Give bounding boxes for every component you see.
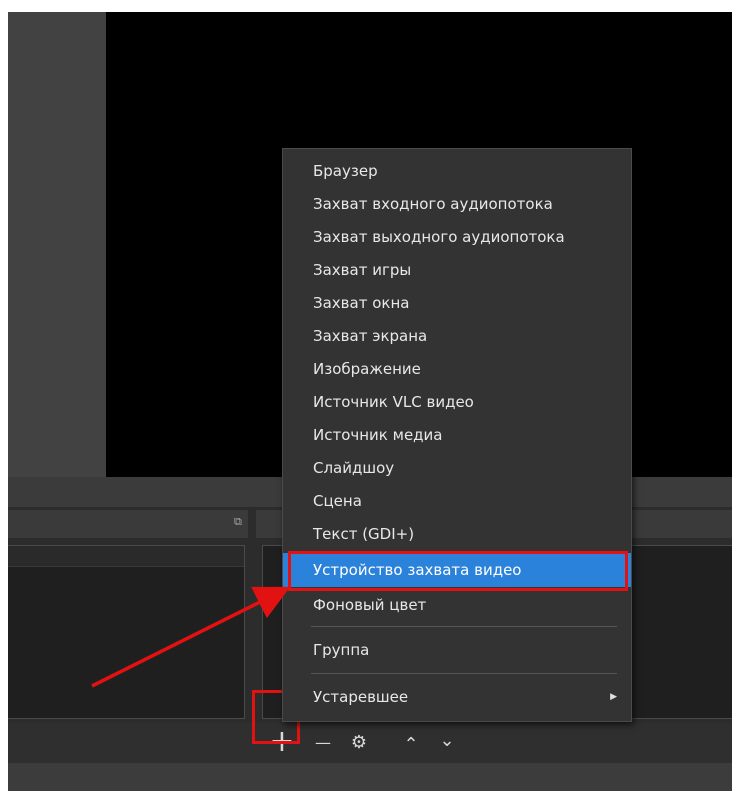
menu-item-deprecated[interactable]: Устаревшее ▶ bbox=[283, 681, 631, 714]
menu-separator bbox=[311, 673, 617, 674]
menu-item-image[interactable]: Изображение bbox=[283, 353, 631, 386]
menu-item-label: Устаревшее bbox=[313, 688, 409, 706]
dock-float-icon[interactable]: ⧉ bbox=[234, 515, 244, 529]
menu-item-label: Захват выходного аудиопотока bbox=[313, 228, 565, 246]
menu-item-label: Захват входного аудиопотока bbox=[313, 195, 553, 213]
menu-item-vlc-source[interactable]: Источник VLC видео bbox=[283, 386, 631, 419]
menu-item-label: Сцена bbox=[313, 492, 362, 510]
scene-row[interactable] bbox=[8, 546, 244, 567]
left-panel bbox=[8, 12, 106, 487]
menu-item-label: Фоновый цвет bbox=[313, 596, 427, 614]
menu-item-label: Текст (GDI+) bbox=[313, 525, 415, 543]
menu-item-label: Изображение bbox=[313, 360, 421, 378]
source-settings-icon[interactable]: ⚙ bbox=[346, 729, 372, 757]
add-source-menu: Браузер Захват входного аудиопотока Захв… bbox=[282, 148, 632, 722]
menu-item-display-capture[interactable]: Захват экрана bbox=[283, 320, 631, 353]
scenes-list[interactable] bbox=[8, 545, 245, 719]
status-strip bbox=[8, 763, 732, 791]
scenes-dock-title bbox=[8, 510, 248, 538]
sources-toolbar: + — ⚙ ⌃ ⌄ bbox=[8, 723, 732, 763]
menu-item-group[interactable]: Группа bbox=[283, 634, 631, 667]
menu-item-label: Захват окна bbox=[313, 294, 410, 312]
menu-item-label: Источник медиа bbox=[313, 426, 443, 444]
menu-separator bbox=[311, 626, 617, 627]
menu-item-label: Браузер bbox=[313, 162, 378, 180]
menu-item-label: Захват экрана bbox=[313, 327, 428, 345]
menu-item-audio-input-capture[interactable]: Захват входного аудиопотока bbox=[283, 188, 631, 221]
menu-item-browser[interactable]: Браузер bbox=[283, 155, 631, 188]
menu-item-audio-output-capture[interactable]: Захват выходного аудиопотока bbox=[283, 221, 631, 254]
menu-item-text-gdi[interactable]: Текст (GDI+) bbox=[283, 518, 631, 551]
selection-annotation bbox=[288, 551, 628, 591]
menu-item-label: Источник VLC видео bbox=[313, 393, 474, 411]
menu-item-scene[interactable]: Сцена bbox=[283, 485, 631, 518]
menu-item-label: Группа bbox=[313, 641, 370, 659]
menu-item-label: Слайдшоу bbox=[313, 459, 395, 477]
menu-item-window-capture[interactable]: Захват окна bbox=[283, 287, 631, 320]
menu-item-media-source[interactable]: Источник медиа bbox=[283, 419, 631, 452]
menu-item-game-capture[interactable]: Захват игры bbox=[283, 254, 631, 287]
menu-item-slideshow[interactable]: Слайдшоу bbox=[283, 452, 631, 485]
move-down-icon[interactable]: ⌄ bbox=[436, 727, 458, 755]
menu-item-color-source[interactable]: Фоновый цвет bbox=[283, 589, 631, 622]
submenu-arrow-icon: ▶ bbox=[610, 692, 617, 702]
move-up-icon[interactable]: ⌃ bbox=[400, 731, 422, 759]
menu-item-label: Захват игры bbox=[313, 261, 412, 279]
remove-source-icon[interactable]: — bbox=[310, 729, 336, 757]
